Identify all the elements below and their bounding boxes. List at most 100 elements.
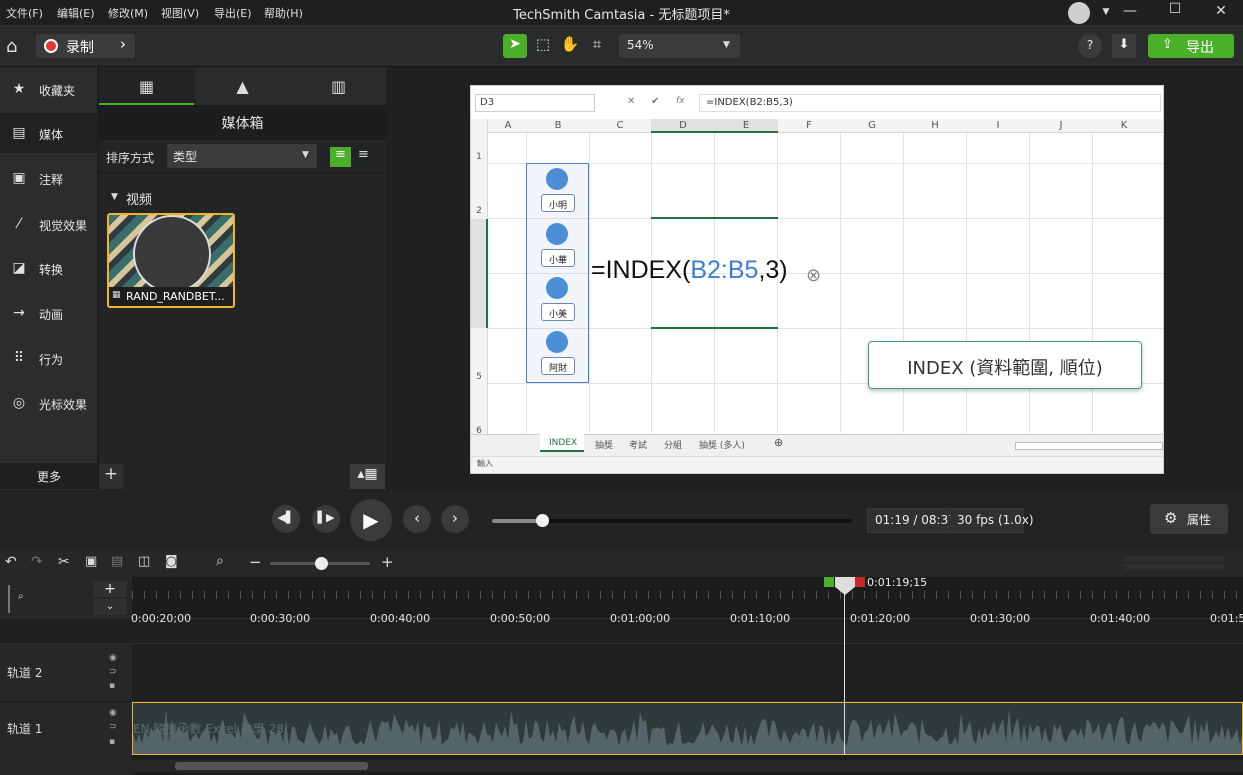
scrub-handle[interactable]: [536, 514, 550, 527]
sort-label: 排序方式: [106, 151, 155, 165]
sidebar-item-behaviors[interactable]: ⠿ 行为: [0, 338, 98, 378]
snapshot-icon[interactable]: ◙: [165, 554, 178, 569]
cut-icon[interactable]: ✂: [58, 554, 70, 570]
record-arrow-button[interactable]: ›: [111, 34, 135, 58]
select-tool-icon[interactable]: ➤: [503, 34, 527, 58]
minimize-icon[interactable]: —: [1120, 3, 1140, 21]
sidebar-item-annotations[interactable]: ▣ 注释: [0, 158, 98, 198]
play-icon[interactable]: ▶: [350, 499, 392, 541]
home-icon[interactable]: ⌂: [6, 36, 28, 57]
redo-icon[interactable]: ↷: [31, 554, 43, 570]
sort-descending-icon[interactable]: ≡: [353, 147, 374, 167]
tab-library[interactable]: ▲: [195, 67, 290, 105]
film-icon: ▤: [12, 125, 26, 141]
account-avatar-icon[interactable]: [1068, 2, 1090, 24]
properties-button[interactable]: ⚙ 属性: [1150, 504, 1228, 534]
timeline-handle: [1124, 556, 1224, 562]
sidebar-item-animations[interactable]: → 动画: [0, 293, 98, 333]
transform-tool-icon[interactable]: ⬚: [531, 34, 555, 58]
zoom-in-icon[interactable]: +: [381, 553, 394, 571]
record-dot-icon: [44, 39, 58, 53]
sidebar-item-visual-effects[interactable]: ⁄ 视觉效果: [0, 204, 98, 244]
scrub-track[interactable]: [492, 514, 852, 527]
timeline-tick-label: 0:00:20;00: [131, 612, 192, 625]
track-height-slider[interactable]: [8, 585, 14, 613]
zoom-search-icon[interactable]: ⌕: [216, 553, 224, 569]
sidebar-item-transitions[interactable]: ◪ 转换: [0, 248, 98, 288]
media-clip-thumbnail[interactable]: ▦ RAND_RANDBET...: [107, 213, 235, 308]
out-marker[interactable]: [855, 577, 865, 587]
close-icon[interactable]: ✕: [1211, 3, 1231, 21]
lock-icon[interactable]: ▪: [109, 737, 115, 747]
delete-icon: ⊗: [806, 265, 822, 286]
panel-title: 媒体箱: [99, 105, 386, 140]
pan-tool-icon[interactable]: ✋: [558, 34, 582, 58]
timeline-tick-label: 0:00:40;00: [370, 612, 431, 625]
sort-ascending-icon[interactable]: ≡: [330, 147, 351, 167]
track-1-clip[interactable]: EN 隨機函數 Excel 教學 28: [132, 702, 1243, 755]
gear-icon: ⚙: [1164, 509, 1178, 527]
cursor-icon: ◎: [12, 395, 26, 411]
zoom-out-icon[interactable]: −: [249, 553, 262, 571]
row-header: 5: [476, 372, 482, 382]
download-icon[interactable]: ⬇: [1112, 34, 1136, 58]
sidebar-item-media[interactable]: ▤ 媒体: [0, 113, 98, 153]
name-box-value: D3: [480, 97, 495, 108]
timeline-tick-label: 0:01:00;00: [610, 612, 671, 625]
person-label: 阿財: [541, 357, 575, 375]
link-icon[interactable]: ⊃: [109, 722, 117, 732]
sidebar-item-label: 注释: [39, 173, 64, 187]
undo-icon[interactable]: ↶: [5, 554, 17, 570]
fps-display: 30 fps (1.0x): [950, 508, 1034, 533]
section-title: 视频: [126, 193, 153, 208]
zoom-value: 54%: [627, 38, 654, 52]
crop-tool-icon[interactable]: ⌗: [585, 34, 609, 58]
sidebar-item-label: 收藏夹: [39, 84, 76, 98]
tab-media-bin[interactable]: ▦: [99, 67, 194, 105]
audio-waveform: [133, 708, 1242, 754]
star-icon: ★: [12, 81, 26, 97]
zoom-slider-handle[interactable]: [315, 557, 328, 570]
transition-icon: ◪: [12, 260, 26, 276]
help-icon[interactable]: ?: [1078, 34, 1102, 58]
eye-icon[interactable]: ◉: [109, 708, 117, 718]
scrub-fill: [492, 519, 543, 523]
add-track-button[interactable]: +: [93, 581, 127, 597]
account-chevron-icon[interactable]: ▼: [1096, 7, 1116, 25]
lock-icon[interactable]: ▪: [109, 681, 115, 691]
sidebar-item-cursor-effects[interactable]: ◎ 光标效果: [0, 383, 98, 423]
previous-marker-icon[interactable]: ‹: [403, 505, 431, 533]
track-2-lane[interactable]: [132, 644, 1243, 702]
split-icon[interactable]: ◫: [138, 554, 150, 569]
formula-bar-value: =INDEX(B2:B5,3): [706, 97, 793, 108]
timeline-tick-label: 0:01:50: [1210, 612, 1243, 625]
record-button[interactable]: 录制: [36, 34, 116, 58]
playhead-time: 0:01:19;15: [867, 576, 928, 589]
paste-icon[interactable]: ▤: [111, 554, 123, 569]
sidebar-item-label: 光标效果: [39, 398, 88, 412]
sort-value: 类型: [173, 150, 198, 164]
in-marker[interactable]: [824, 577, 834, 587]
link-icon[interactable]: ⊃: [109, 667, 117, 677]
eye-icon[interactable]: ◉: [109, 653, 117, 663]
tab-books[interactable]: ▥: [291, 67, 386, 105]
properties-label: 属性: [1187, 513, 1212, 527]
export-button[interactable]: ⇪ 导出: [1148, 34, 1234, 58]
step-forward-icon[interactable]: ▌▶: [312, 505, 340, 533]
more-button[interactable]: 更多: [0, 463, 98, 489]
timeline-scroll-thumb[interactable]: [175, 762, 368, 770]
column-header: G: [868, 120, 876, 131]
copy-icon[interactable]: ▣: [85, 554, 97, 569]
next-marker-icon[interactable]: ›: [441, 505, 469, 533]
maximize-icon[interactable]: ☐: [1165, 1, 1185, 19]
sidebar-item-favorites[interactable]: ★ 收藏夹: [0, 69, 98, 109]
collapse-tracks-icon[interactable]: ⌄: [93, 599, 127, 615]
cell-formula-text: =INDEX(B2:B5,3): [591, 256, 788, 285]
view-toggle-icon[interactable]: ▴▦: [350, 464, 385, 489]
add-media-button[interactable]: +: [99, 464, 123, 489]
sort-select[interactable]: 类型 ▼: [167, 144, 317, 168]
formula-prefix: =INDEX(: [591, 256, 691, 284]
zoom-select[interactable]: 54% ▼: [619, 34, 740, 58]
step-back-icon[interactable]: ◀▌: [272, 505, 300, 533]
collapse-icon[interactable]: ▼: [111, 192, 118, 202]
